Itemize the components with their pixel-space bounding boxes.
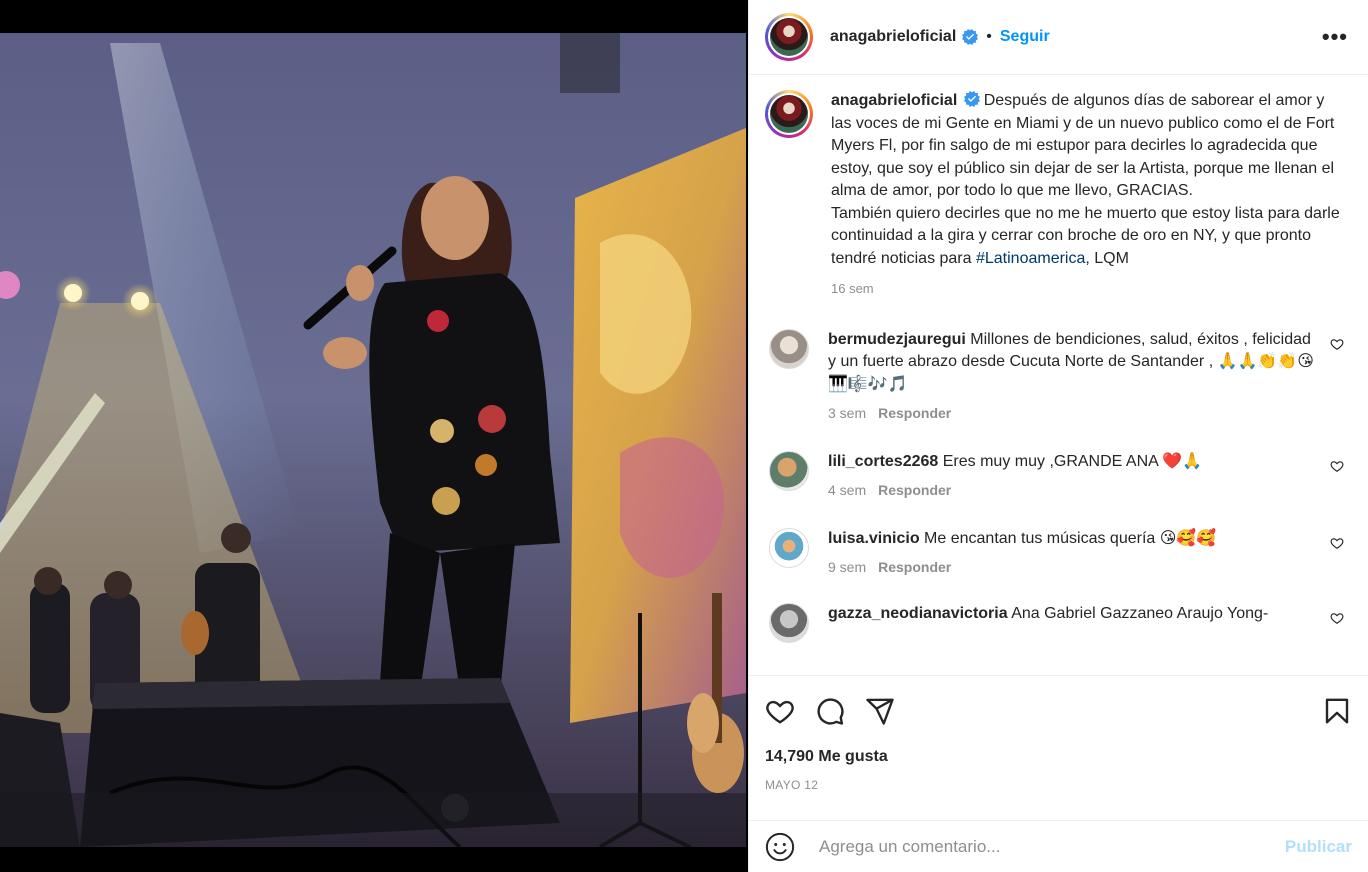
author-avatar[interactable] [765, 13, 813, 61]
more-options-icon[interactable]: ••• [1322, 24, 1348, 50]
comments-list[interactable]: anagabrieloficial Después de algunos día… [749, 76, 1368, 674]
caption-text-3: , LQM [1085, 249, 1129, 267]
caption-hashtag[interactable]: #Latinoamerica [976, 250, 1085, 267]
bookmark-icon[interactable] [1322, 696, 1352, 726]
post-caption: anagabrieloficial Después de algunos día… [765, 90, 1352, 301]
comment-item: lili_cortes2268 Eres muy muy ,GRANDE ANA… [765, 450, 1352, 502]
comment-like-heart-icon[interactable] [1330, 536, 1344, 550]
comment-time[interactable]: 3 sem [828, 405, 866, 421]
post-actions: 14,790 Me gusta MAYO 12 [749, 675, 1368, 815]
verified-badge-icon [963, 91, 980, 107]
comment-item: gazza_neodianavictoria Ana Gabriel Gazza… [765, 602, 1352, 643]
share-icon[interactable] [865, 696, 895, 726]
verified-badge-icon [962, 29, 979, 45]
caption-time[interactable]: 16 sem [831, 278, 1341, 301]
separator-dot: • [986, 28, 992, 45]
publish-button[interactable]: Publicar [1285, 837, 1352, 857]
comment-text: Me encantan tus músicas quería 😘🥰🥰 [924, 529, 1217, 547]
commenter-username[interactable]: lili_cortes2268 [828, 453, 938, 470]
comment-text: Eres muy muy ,GRANDE ANA ❤️🙏 [942, 452, 1203, 470]
caption-username[interactable]: anagabrieloficial [831, 92, 957, 109]
emoji-icon[interactable] [765, 832, 795, 862]
reply-button[interactable]: Responder [878, 559, 951, 575]
concert-photo [0, 33, 746, 847]
commenter-username[interactable]: gazza_neodianavictoria [828, 605, 1008, 622]
comment-like-heart-icon[interactable] [1330, 611, 1344, 625]
caption-avatar[interactable] [765, 90, 813, 138]
commenter-username[interactable]: luisa.vinicio [828, 530, 920, 547]
comment-item: bermudezjauregui Millones de bendiciones… [765, 328, 1352, 425]
post-sidebar: anagabrieloficial • Seguir ••• anagabrie… [748, 0, 1368, 872]
comment-like-heart-icon[interactable] [1330, 337, 1344, 351]
comment-item: luisa.vinicio Me encantan tus músicas qu… [765, 527, 1352, 579]
heart-icon[interactable] [765, 696, 795, 726]
comment-like-heart-icon[interactable] [1330, 459, 1344, 473]
comment-time[interactable]: 4 sem [828, 482, 866, 498]
comment-composer: Publicar [749, 820, 1368, 872]
likes-count[interactable]: 14,790 Me gusta [765, 748, 1352, 766]
commenter-avatar[interactable] [769, 450, 809, 491]
comment-input[interactable] [819, 836, 1259, 857]
commenter-avatar[interactable] [769, 602, 809, 643]
reply-button[interactable]: Responder [878, 482, 951, 498]
post-date: MAYO 12 [765, 778, 819, 792]
comment-icon[interactable] [815, 696, 845, 726]
post-media [0, 0, 748, 872]
caption-body: anagabrieloficial Después de algunos día… [831, 90, 1341, 301]
commenter-avatar[interactable] [769, 527, 809, 568]
commenter-username[interactable]: bermudezjauregui [828, 331, 966, 348]
reply-button[interactable]: Responder [878, 405, 951, 421]
author-username[interactable]: anagabrieloficial [830, 28, 956, 46]
commenter-avatar[interactable] [769, 328, 809, 369]
post-header: anagabrieloficial • Seguir ••• [749, 0, 1368, 75]
follow-button[interactable]: Seguir [1000, 28, 1050, 46]
comment-text: Ana Gabriel Gazzaneo Araujo Yong- [1011, 604, 1269, 622]
comment-time[interactable]: 9 sem [828, 559, 866, 575]
